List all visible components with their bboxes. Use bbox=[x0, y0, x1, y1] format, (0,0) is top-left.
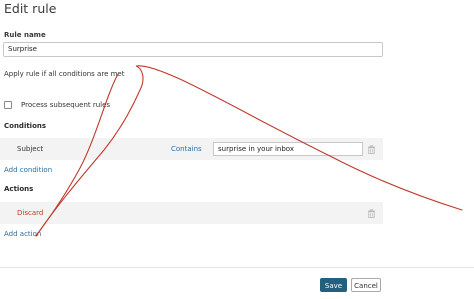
dialog-title: Edit rule bbox=[4, 1, 57, 16]
process-subsequent-label: Process subsequent rules bbox=[21, 101, 111, 109]
actions-heading: Actions bbox=[4, 185, 34, 193]
condition-field[interactable]: Subject bbox=[17, 145, 43, 153]
action-name[interactable]: Discard bbox=[17, 209, 43, 217]
process-subsequent-checkbox[interactable] bbox=[4, 101, 12, 109]
condition-row: Subject Contains bbox=[0, 138, 383, 160]
process-subsequent-row[interactable]: Process subsequent rules bbox=[4, 101, 110, 109]
trash-icon[interactable] bbox=[367, 145, 376, 154]
cancel-button[interactable]: Cancel bbox=[351, 278, 381, 292]
rule-name-label: Rule name bbox=[4, 31, 46, 39]
action-row: Discard bbox=[0, 202, 383, 224]
footer-divider bbox=[0, 267, 474, 268]
apply-rule-text: Apply rule if all conditions are met bbox=[4, 70, 125, 78]
trash-icon[interactable] bbox=[367, 209, 376, 218]
add-condition-link[interactable]: Add condition bbox=[4, 166, 52, 174]
save-button[interactable]: Save bbox=[320, 278, 347, 292]
edit-rule-dialog: Edit rule Rule name Apply rule if all co… bbox=[0, 0, 474, 299]
rule-name-input[interactable] bbox=[3, 42, 383, 57]
conditions-heading: Conditions bbox=[4, 122, 47, 130]
condition-value-input[interactable] bbox=[213, 142, 363, 156]
add-action-link[interactable]: Add action bbox=[4, 230, 41, 238]
condition-operator[interactable]: Contains bbox=[171, 145, 202, 153]
